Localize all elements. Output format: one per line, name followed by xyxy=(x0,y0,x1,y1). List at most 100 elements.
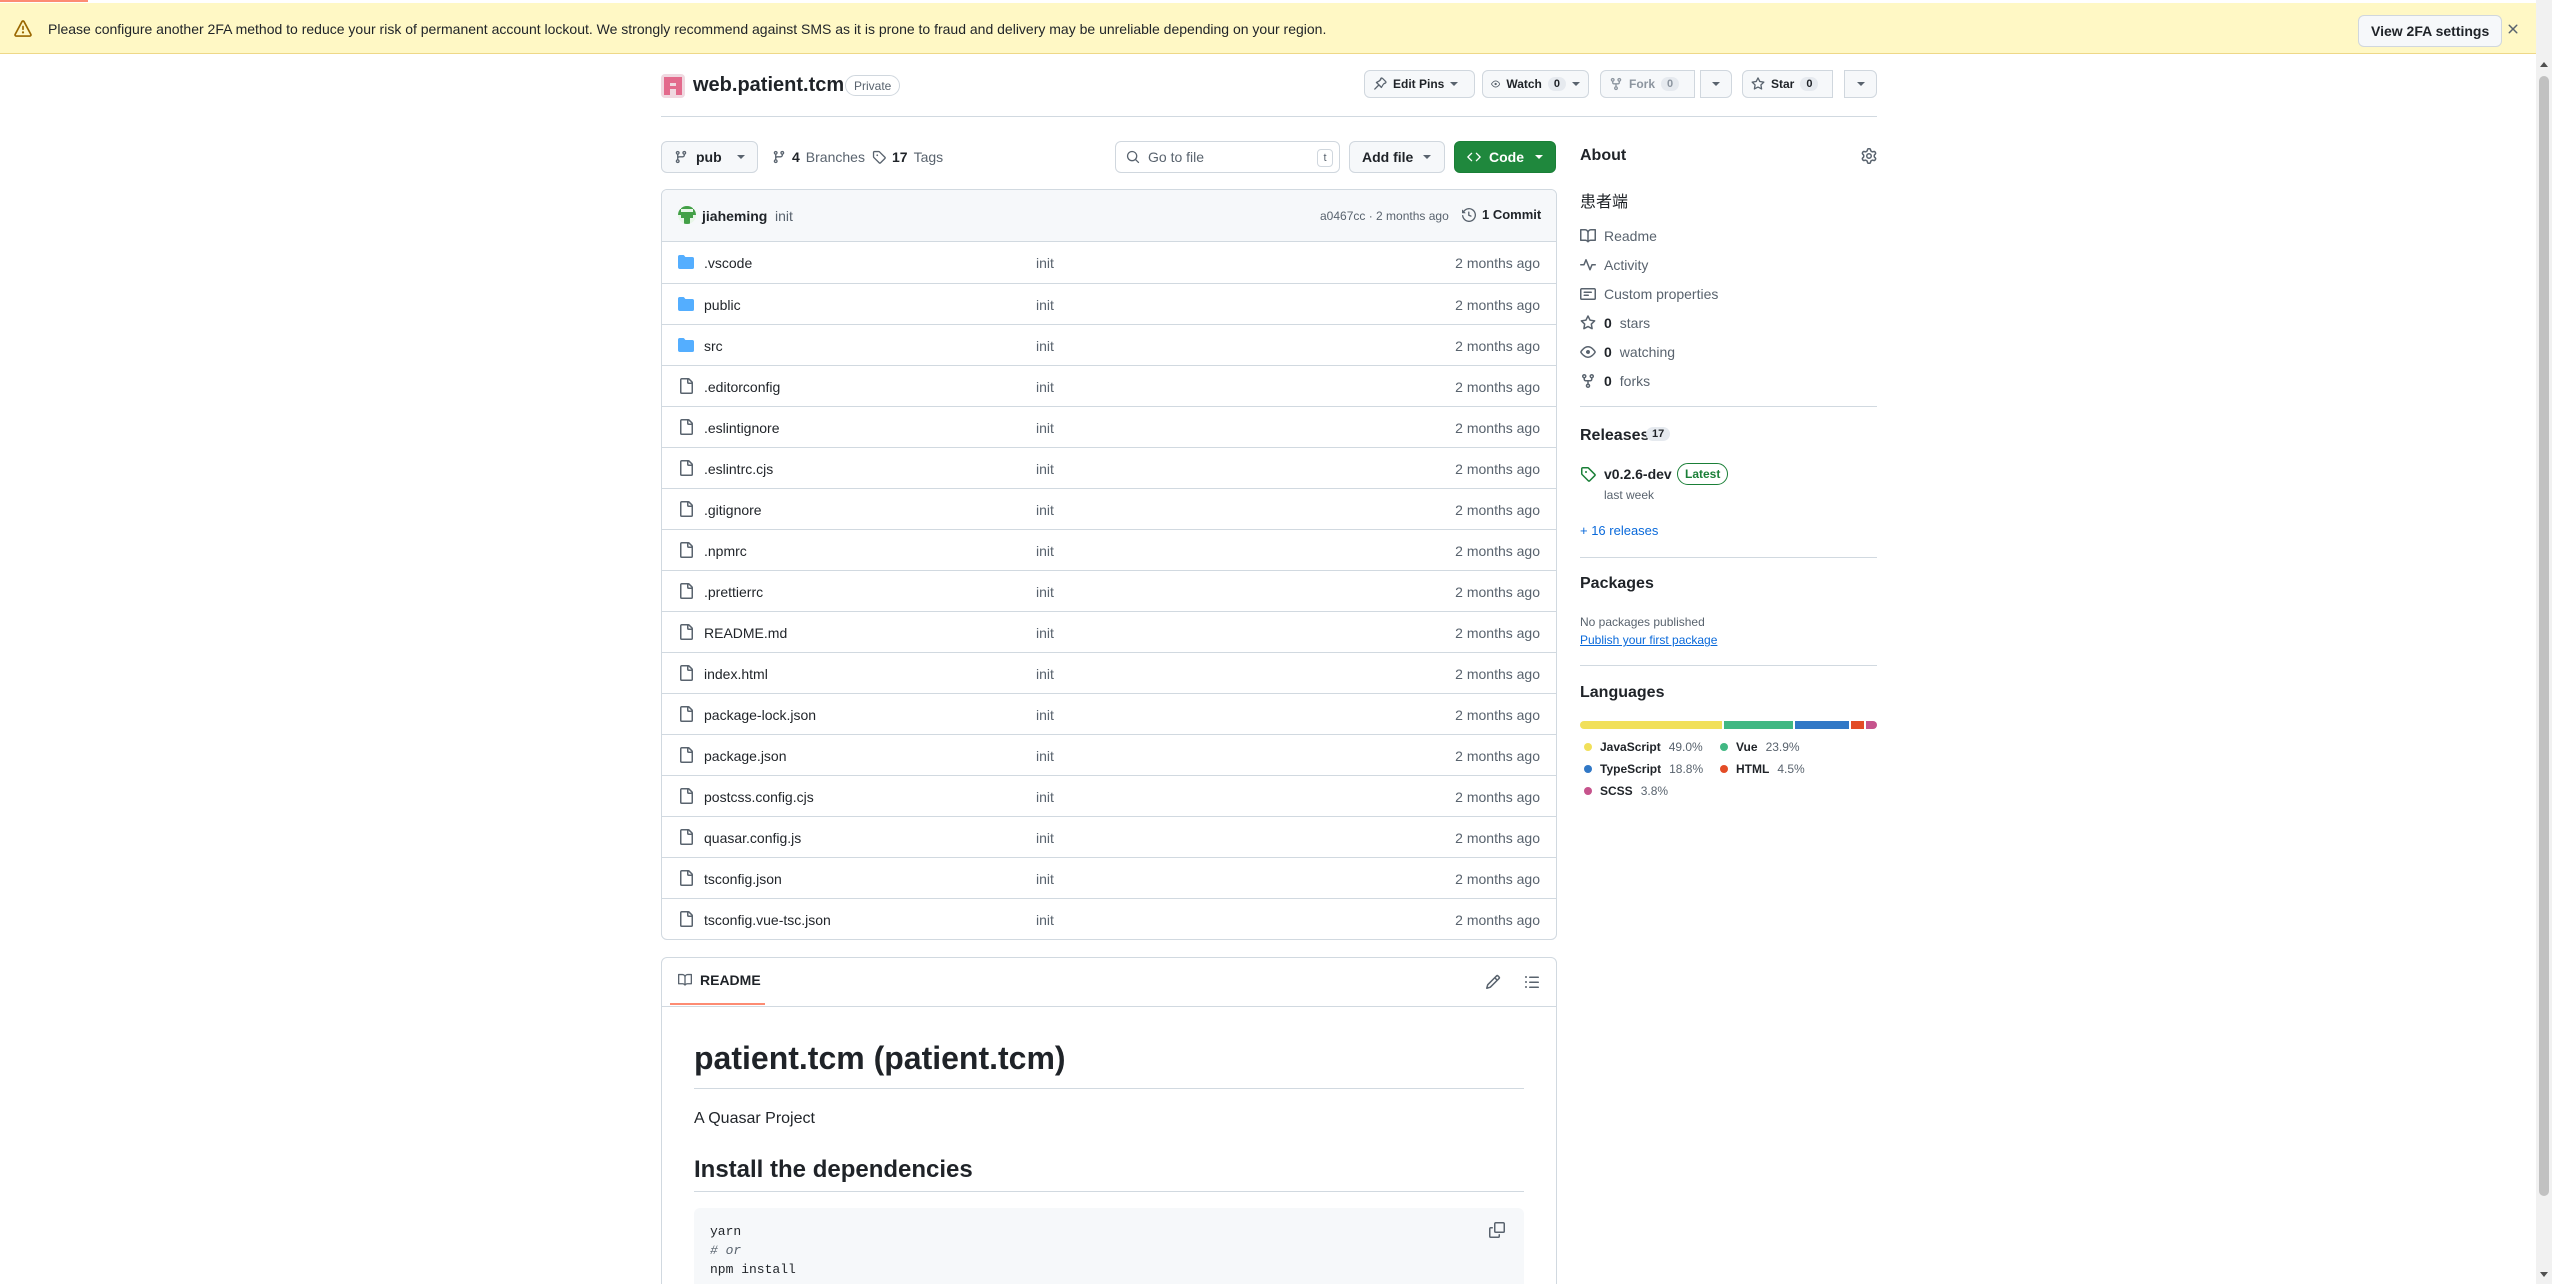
file-commit-message[interactable]: init xyxy=(1036,461,1054,477)
code-button[interactable]: Code xyxy=(1454,141,1556,173)
fork-button[interactable]: Fork 0 xyxy=(1600,70,1695,98)
packages-heading[interactable]: Packages xyxy=(1580,575,1654,593)
activity-link[interactable]: Activity xyxy=(1580,257,1648,273)
file-commit-message[interactable]: init xyxy=(1036,748,1054,764)
table-row[interactable]: .gitignore init 2 months ago xyxy=(662,488,1556,529)
commit-hash-time[interactable]: a0467cc · 2 months ago xyxy=(1320,209,1449,223)
table-row[interactable]: index.html init 2 months ago xyxy=(662,652,1556,693)
branch-selector[interactable]: pub xyxy=(661,141,758,173)
file-commit-message[interactable]: init xyxy=(1036,502,1054,518)
page-scrollbar[interactable] xyxy=(2536,0,2552,1284)
latest-release-link[interactable]: v0.2.6-dev xyxy=(1604,466,1672,482)
file-commit-message[interactable]: init xyxy=(1036,625,1054,641)
file-commit-message[interactable]: init xyxy=(1036,584,1054,600)
file-commit-message[interactable]: init xyxy=(1036,830,1054,846)
file-commit-message[interactable]: init xyxy=(1036,379,1054,395)
releases-heading[interactable]: Releases xyxy=(1580,427,1649,445)
file-name[interactable]: index.html xyxy=(704,666,768,682)
table-row[interactable]: package.json init 2 months ago xyxy=(662,734,1556,775)
file-commit-message[interactable]: init xyxy=(1036,255,1054,271)
file-name[interactable]: package-lock.json xyxy=(704,707,816,723)
file-name[interactable]: README.md xyxy=(704,625,787,641)
table-row[interactable]: .eslintignore init 2 months ago xyxy=(662,406,1556,447)
file-name[interactable]: .eslintignore xyxy=(704,420,780,436)
file-commit-message[interactable]: init xyxy=(1036,338,1054,354)
table-row[interactable]: .editorconfig init 2 months ago xyxy=(662,365,1556,406)
latest-commit-bar: jiaheming init a0467cc · 2 months ago 1 … xyxy=(662,190,1556,242)
language-item-html[interactable]: HTML 4.5% xyxy=(1720,762,1805,776)
file-name[interactable]: .eslintrc.cjs xyxy=(704,461,773,477)
file-commit-message[interactable]: init xyxy=(1036,543,1054,559)
file-commit-message[interactable]: init xyxy=(1036,789,1054,805)
watching-link[interactable]: 0 watching xyxy=(1580,344,1675,360)
file-name[interactable]: .prettierrc xyxy=(704,584,763,600)
table-row[interactable]: public init 2 months ago xyxy=(662,283,1556,324)
table-row[interactable]: quasar.config.js init 2 months ago xyxy=(662,816,1556,857)
table-row[interactable]: postcss.config.cjs init 2 months ago xyxy=(662,775,1556,816)
custom-properties-link[interactable]: Custom properties xyxy=(1580,286,1718,302)
folder-icon xyxy=(678,255,694,269)
pencil-icon[interactable] xyxy=(1485,974,1501,990)
list-unordered-icon[interactable] xyxy=(1524,974,1540,990)
language-item-typescript[interactable]: TypeScript 18.8% xyxy=(1584,762,1703,776)
file-name[interactable]: tsconfig.json xyxy=(704,871,782,887)
repo-name[interactable]: web.patient.tcm xyxy=(693,74,844,97)
x-icon[interactable] xyxy=(2505,21,2521,37)
forks-link[interactable]: 0 forks xyxy=(1580,373,1650,389)
scroll-up-arrow-icon[interactable] xyxy=(2540,62,2548,67)
table-row[interactable]: .eslintrc.cjs init 2 months ago xyxy=(662,447,1556,488)
fork-dropdown-button[interactable] xyxy=(1700,70,1732,98)
commit-author[interactable]: jiaheming xyxy=(702,208,767,224)
star-button[interactable]: Star 0 xyxy=(1742,70,1833,98)
file-name[interactable]: .editorconfig xyxy=(704,379,780,395)
scroll-down-arrow-icon[interactable] xyxy=(2540,1272,2548,1277)
watch-button[interactable]: Watch 0 xyxy=(1482,70,1589,98)
file-commit-message[interactable]: init xyxy=(1036,912,1054,928)
commit-message[interactable]: init xyxy=(775,208,793,224)
file-name[interactable]: postcss.config.cjs xyxy=(704,789,814,805)
go-to-file-input[interactable]: Go to file t xyxy=(1115,141,1340,173)
file-commit-message[interactable]: init xyxy=(1036,707,1054,723)
file-name[interactable]: public xyxy=(704,297,741,313)
add-file-button[interactable]: Add file xyxy=(1349,141,1445,173)
more-releases-link[interactable]: + 16 releases xyxy=(1580,523,1658,538)
file-name[interactable]: .npmrc xyxy=(704,543,747,559)
language-item-vue[interactable]: Vue 23.9% xyxy=(1720,740,1800,754)
view-2fa-settings-button[interactable]: View 2FA settings xyxy=(2358,15,2503,47)
file-commit-message[interactable]: init xyxy=(1036,420,1054,436)
file-name[interactable]: .gitignore xyxy=(704,502,762,518)
table-row[interactable]: .prettierrc init 2 months ago xyxy=(662,570,1556,611)
file-name[interactable]: package.json xyxy=(704,748,787,764)
table-row[interactable]: src init 2 months ago xyxy=(662,324,1556,365)
file-commit-message[interactable]: init xyxy=(1036,666,1054,682)
repo-owner-avatar[interactable] xyxy=(661,74,685,98)
branches-link[interactable]: 4 Branches xyxy=(772,149,865,165)
scrollbar-thumb[interactable] xyxy=(2539,76,2549,1196)
readme-tab[interactable]: README xyxy=(678,972,761,988)
commit-author-avatar[interactable] xyxy=(678,206,696,224)
file-name[interactable]: .vscode xyxy=(704,255,752,271)
language-item-javascript[interactable]: JavaScript 49.0% xyxy=(1584,740,1703,754)
language-item-scss[interactable]: SCSS 3.8% xyxy=(1584,784,1668,798)
table-row[interactable]: tsconfig.vue-tsc.json init 2 months ago xyxy=(662,898,1556,939)
publish-package-link[interactable]: Publish your first package xyxy=(1580,633,1717,647)
star-dropdown-button[interactable] xyxy=(1844,70,1877,98)
commit-history-link[interactable]: 1 Commit xyxy=(1462,207,1541,222)
edit-pins-button[interactable]: Edit Pins xyxy=(1364,70,1475,98)
file-name[interactable]: tsconfig.vue-tsc.json xyxy=(704,912,831,928)
copy-icon[interactable] xyxy=(1489,1222,1505,1238)
table-row[interactable]: .npmrc init 2 months ago xyxy=(662,529,1556,570)
file-commit-message[interactable]: init xyxy=(1036,297,1054,313)
file-commit-message[interactable]: init xyxy=(1036,871,1054,887)
table-row[interactable]: tsconfig.json init 2 months ago xyxy=(662,857,1556,898)
stars-link[interactable]: 0 stars xyxy=(1580,315,1650,331)
table-row[interactable]: README.md init 2 months ago xyxy=(662,611,1556,652)
table-row[interactable]: package-lock.json init 2 months ago xyxy=(662,693,1556,734)
readme-link[interactable]: Readme xyxy=(1580,228,1657,244)
page-loading-bar xyxy=(0,0,88,2)
file-name[interactable]: quasar.config.js xyxy=(704,830,801,846)
tags-link[interactable]: 17 Tags xyxy=(872,149,943,165)
table-row[interactable]: .vscode init 2 months ago xyxy=(662,242,1556,283)
file-name[interactable]: src xyxy=(704,338,723,354)
gear-icon[interactable] xyxy=(1861,148,1877,164)
